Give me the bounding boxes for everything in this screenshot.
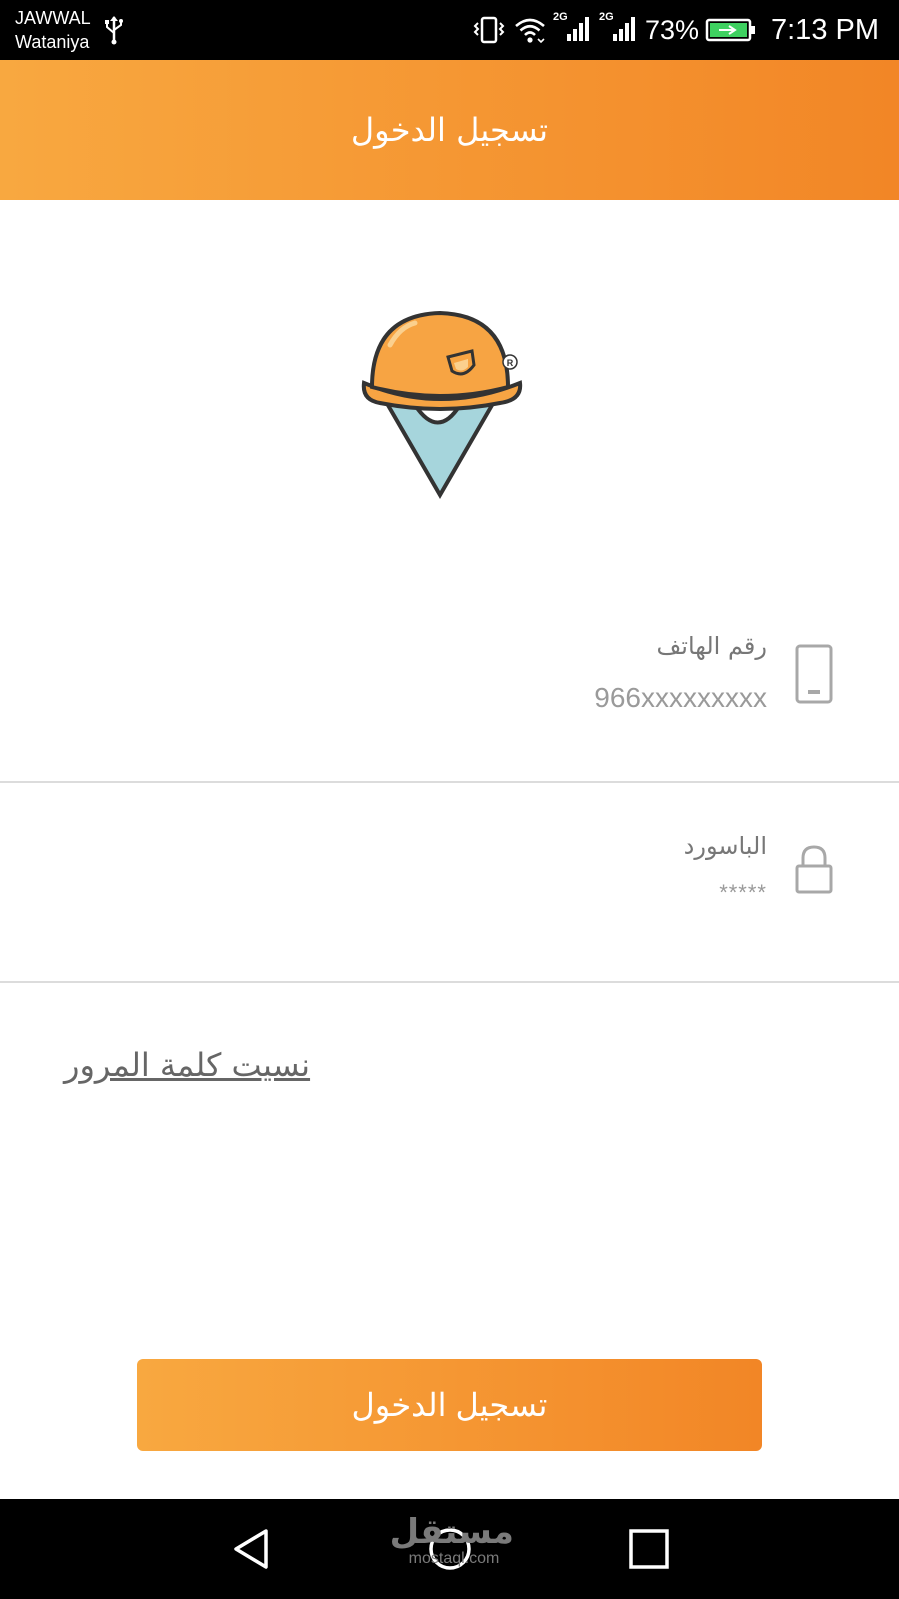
carrier-name-1: JAWWAL xyxy=(15,8,91,28)
phone-field[interactable]: رقم الهاتف 966xxxxxxxxx xyxy=(0,600,899,780)
hard-hat-location-pin-logo: R xyxy=(361,310,523,499)
password-field[interactable]: الباسورد ***** xyxy=(0,800,899,980)
network-type-2: 2G xyxy=(598,11,614,23)
watermark-latin: mostaql.com xyxy=(408,1550,500,1567)
wifi-icon xyxy=(515,18,545,44)
usb-icon xyxy=(105,16,123,45)
password-label: الباسورد xyxy=(683,832,767,860)
phone-icon xyxy=(795,644,833,704)
phone-input[interactable]: 966xxxxxxxxx xyxy=(594,682,767,714)
battery-charging-icon xyxy=(705,18,755,42)
signal-icon: 2G xyxy=(552,11,593,47)
carrier-name-2: Wataniya xyxy=(15,32,90,52)
clock: 7:13 PM xyxy=(771,13,879,46)
page-title: تسجيل الدخول xyxy=(350,111,549,149)
recent-apps-icon[interactable] xyxy=(627,1527,671,1571)
divider xyxy=(0,981,899,983)
network-type-1: 2G xyxy=(552,11,568,23)
app-toolbar: تسجيل الدخول xyxy=(0,60,899,200)
battery-percent: 73% xyxy=(644,14,699,45)
watermark-arabic: مستقل xyxy=(389,1512,514,1552)
status-bar: JAWWAL Wataniya 2G 2G 73% 7:13 PM xyxy=(0,0,899,60)
lock-icon xyxy=(795,845,833,894)
vibrate-icon xyxy=(473,16,505,44)
back-icon[interactable] xyxy=(230,1527,274,1571)
watermark: مستقل mostaql.com xyxy=(389,1512,514,1568)
password-input[interactable]: ***** xyxy=(719,880,767,906)
svg-text:R: R xyxy=(507,358,514,368)
phone-label: رقم الهاتف xyxy=(656,632,767,660)
divider xyxy=(0,781,899,783)
carrier-labels: JAWWAL Wataniya xyxy=(15,6,91,54)
status-icons: 2G 2G 73% 7:13 PM xyxy=(471,0,879,60)
login-button[interactable]: تسجيل الدخول xyxy=(137,1359,762,1451)
forgot-password-link[interactable]: نسيت كلمة المرور xyxy=(64,1046,310,1084)
signal-icon: 2G xyxy=(598,11,639,47)
